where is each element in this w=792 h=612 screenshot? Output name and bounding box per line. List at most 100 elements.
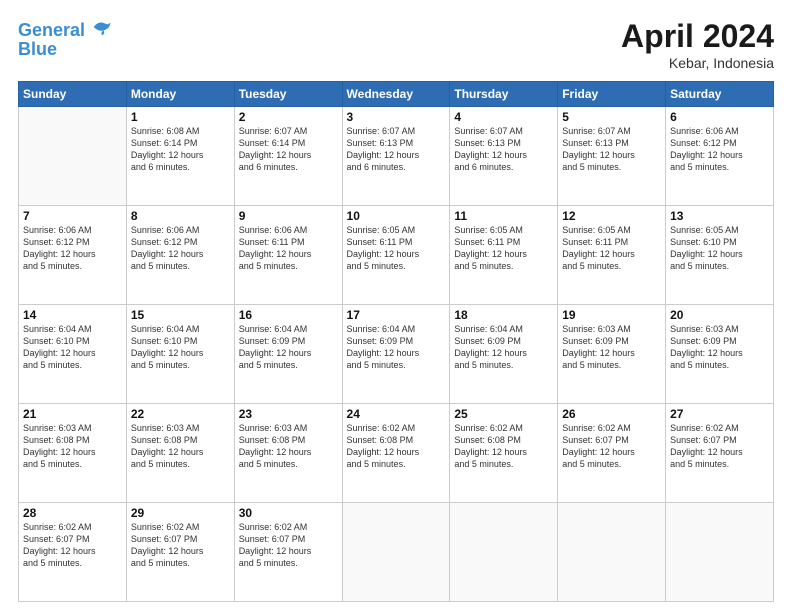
cell-w3-d7: 20Sunrise: 6:03 AM Sunset: 6:09 PM Dayli… <box>666 305 774 404</box>
logo-text: General <box>18 18 112 41</box>
logo-general: General <box>18 20 85 40</box>
cell-w2-d6: 12Sunrise: 6:05 AM Sunset: 6:11 PM Dayli… <box>558 206 666 305</box>
cell-info: Sunrise: 6:05 AM Sunset: 6:11 PM Dayligh… <box>347 224 446 273</box>
cell-info: Sunrise: 6:04 AM Sunset: 6:09 PM Dayligh… <box>239 323 338 372</box>
title-block: April 2024 Kebar, Indonesia <box>621 18 774 71</box>
cell-w3-d3: 16Sunrise: 6:04 AM Sunset: 6:09 PM Dayli… <box>234 305 342 404</box>
cell-w5-d4 <box>342 503 450 602</box>
day-number: 1 <box>131 110 230 124</box>
cell-info: Sunrise: 6:02 AM Sunset: 6:07 PM Dayligh… <box>670 422 769 471</box>
day-number: 18 <box>454 308 553 322</box>
cell-info: Sunrise: 6:05 AM Sunset: 6:10 PM Dayligh… <box>670 224 769 273</box>
col-tuesday: Tuesday <box>234 82 342 107</box>
day-number: 10 <box>347 209 446 223</box>
col-sunday: Sunday <box>19 82 127 107</box>
cell-info: Sunrise: 6:02 AM Sunset: 6:07 PM Dayligh… <box>131 521 230 570</box>
cell-w4-d6: 26Sunrise: 6:02 AM Sunset: 6:07 PM Dayli… <box>558 404 666 503</box>
cell-w4-d1: 21Sunrise: 6:03 AM Sunset: 6:08 PM Dayli… <box>19 404 127 503</box>
cell-info: Sunrise: 6:08 AM Sunset: 6:14 PM Dayligh… <box>131 125 230 174</box>
day-number: 25 <box>454 407 553 421</box>
cell-w3-d6: 19Sunrise: 6:03 AM Sunset: 6:09 PM Dayli… <box>558 305 666 404</box>
cell-info: Sunrise: 6:03 AM Sunset: 6:08 PM Dayligh… <box>131 422 230 471</box>
cell-w2-d3: 9Sunrise: 6:06 AM Sunset: 6:11 PM Daylig… <box>234 206 342 305</box>
day-number: 7 <box>23 209 122 223</box>
day-number: 3 <box>347 110 446 124</box>
cell-w2-d2: 8Sunrise: 6:06 AM Sunset: 6:12 PM Daylig… <box>126 206 234 305</box>
cell-w5-d2: 29Sunrise: 6:02 AM Sunset: 6:07 PM Dayli… <box>126 503 234 602</box>
cell-w1-d1 <box>19 107 127 206</box>
day-number: 15 <box>131 308 230 322</box>
cell-w1-d4: 3Sunrise: 6:07 AM Sunset: 6:13 PM Daylig… <box>342 107 450 206</box>
cell-w5-d5 <box>450 503 558 602</box>
cell-info: Sunrise: 6:06 AM Sunset: 6:12 PM Dayligh… <box>23 224 122 273</box>
cell-info: Sunrise: 6:07 AM Sunset: 6:13 PM Dayligh… <box>347 125 446 174</box>
calendar-body: 1Sunrise: 6:08 AM Sunset: 6:14 PM Daylig… <box>19 107 774 602</box>
cell-info: Sunrise: 6:04 AM Sunset: 6:09 PM Dayligh… <box>454 323 553 372</box>
day-number: 27 <box>670 407 769 421</box>
day-number: 11 <box>454 209 553 223</box>
logo: General Blue <box>18 18 112 60</box>
calendar-table: Sunday Monday Tuesday Wednesday Thursday… <box>18 81 774 602</box>
logo-blue: Blue <box>18 39 112 60</box>
cell-w3-d1: 14Sunrise: 6:04 AM Sunset: 6:10 PM Dayli… <box>19 305 127 404</box>
cell-info: Sunrise: 6:07 AM Sunset: 6:14 PM Dayligh… <box>239 125 338 174</box>
col-thursday: Thursday <box>450 82 558 107</box>
cell-w2-d4: 10Sunrise: 6:05 AM Sunset: 6:11 PM Dayli… <box>342 206 450 305</box>
cell-info: Sunrise: 6:05 AM Sunset: 6:11 PM Dayligh… <box>562 224 661 273</box>
cell-info: Sunrise: 6:03 AM Sunset: 6:09 PM Dayligh… <box>562 323 661 372</box>
col-wednesday: Wednesday <box>342 82 450 107</box>
header: General Blue April 2024 Kebar, Indonesia <box>18 18 774 71</box>
cell-w4-d3: 23Sunrise: 6:03 AM Sunset: 6:08 PM Dayli… <box>234 404 342 503</box>
cell-w5-d7 <box>666 503 774 602</box>
col-monday: Monday <box>126 82 234 107</box>
day-number: 17 <box>347 308 446 322</box>
cell-info: Sunrise: 6:02 AM Sunset: 6:07 PM Dayligh… <box>562 422 661 471</box>
day-number: 9 <box>239 209 338 223</box>
cell-info: Sunrise: 6:02 AM Sunset: 6:08 PM Dayligh… <box>347 422 446 471</box>
cell-w3-d5: 18Sunrise: 6:04 AM Sunset: 6:09 PM Dayli… <box>450 305 558 404</box>
cell-info: Sunrise: 6:02 AM Sunset: 6:08 PM Dayligh… <box>454 422 553 471</box>
col-friday: Friday <box>558 82 666 107</box>
cell-w2-d1: 7Sunrise: 6:06 AM Sunset: 6:12 PM Daylig… <box>19 206 127 305</box>
cell-info: Sunrise: 6:04 AM Sunset: 6:10 PM Dayligh… <box>23 323 122 372</box>
cell-info: Sunrise: 6:07 AM Sunset: 6:13 PM Dayligh… <box>562 125 661 174</box>
day-number: 13 <box>670 209 769 223</box>
week-row-4: 21Sunrise: 6:03 AM Sunset: 6:08 PM Dayli… <box>19 404 774 503</box>
cell-info: Sunrise: 6:04 AM Sunset: 6:09 PM Dayligh… <box>347 323 446 372</box>
col-saturday: Saturday <box>666 82 774 107</box>
day-number: 14 <box>23 308 122 322</box>
day-number: 12 <box>562 209 661 223</box>
cell-w1-d7: 6Sunrise: 6:06 AM Sunset: 6:12 PM Daylig… <box>666 107 774 206</box>
day-number: 5 <box>562 110 661 124</box>
cell-w5-d6 <box>558 503 666 602</box>
cell-w4-d2: 22Sunrise: 6:03 AM Sunset: 6:08 PM Dayli… <box>126 404 234 503</box>
day-number: 30 <box>239 506 338 520</box>
day-number: 6 <box>670 110 769 124</box>
day-number: 16 <box>239 308 338 322</box>
cell-info: Sunrise: 6:03 AM Sunset: 6:09 PM Dayligh… <box>670 323 769 372</box>
cell-info: Sunrise: 6:05 AM Sunset: 6:11 PM Dayligh… <box>454 224 553 273</box>
cell-w4-d7: 27Sunrise: 6:02 AM Sunset: 6:07 PM Dayli… <box>666 404 774 503</box>
week-row-1: 1Sunrise: 6:08 AM Sunset: 6:14 PM Daylig… <box>19 107 774 206</box>
day-number: 8 <box>131 209 230 223</box>
cell-info: Sunrise: 6:06 AM Sunset: 6:12 PM Dayligh… <box>131 224 230 273</box>
day-number: 28 <box>23 506 122 520</box>
cell-w5-d3: 30Sunrise: 6:02 AM Sunset: 6:07 PM Dayli… <box>234 503 342 602</box>
cell-info: Sunrise: 6:06 AM Sunset: 6:12 PM Dayligh… <box>670 125 769 174</box>
cell-info: Sunrise: 6:04 AM Sunset: 6:10 PM Dayligh… <box>131 323 230 372</box>
day-number: 26 <box>562 407 661 421</box>
cell-info: Sunrise: 6:06 AM Sunset: 6:11 PM Dayligh… <box>239 224 338 273</box>
cell-w1-d5: 4Sunrise: 6:07 AM Sunset: 6:13 PM Daylig… <box>450 107 558 206</box>
location-subtitle: Kebar, Indonesia <box>621 55 774 71</box>
cell-info: Sunrise: 6:02 AM Sunset: 6:07 PM Dayligh… <box>239 521 338 570</box>
day-number: 2 <box>239 110 338 124</box>
day-number: 23 <box>239 407 338 421</box>
cell-w5-d1: 28Sunrise: 6:02 AM Sunset: 6:07 PM Dayli… <box>19 503 127 602</box>
month-title: April 2024 <box>621 18 774 55</box>
day-number: 29 <box>131 506 230 520</box>
cell-info: Sunrise: 6:03 AM Sunset: 6:08 PM Dayligh… <box>23 422 122 471</box>
cell-w4-d5: 25Sunrise: 6:02 AM Sunset: 6:08 PM Dayli… <box>450 404 558 503</box>
cell-w1-d6: 5Sunrise: 6:07 AM Sunset: 6:13 PM Daylig… <box>558 107 666 206</box>
cell-w3-d4: 17Sunrise: 6:04 AM Sunset: 6:09 PM Dayli… <box>342 305 450 404</box>
calendar-header-row: Sunday Monday Tuesday Wednesday Thursday… <box>19 82 774 107</box>
